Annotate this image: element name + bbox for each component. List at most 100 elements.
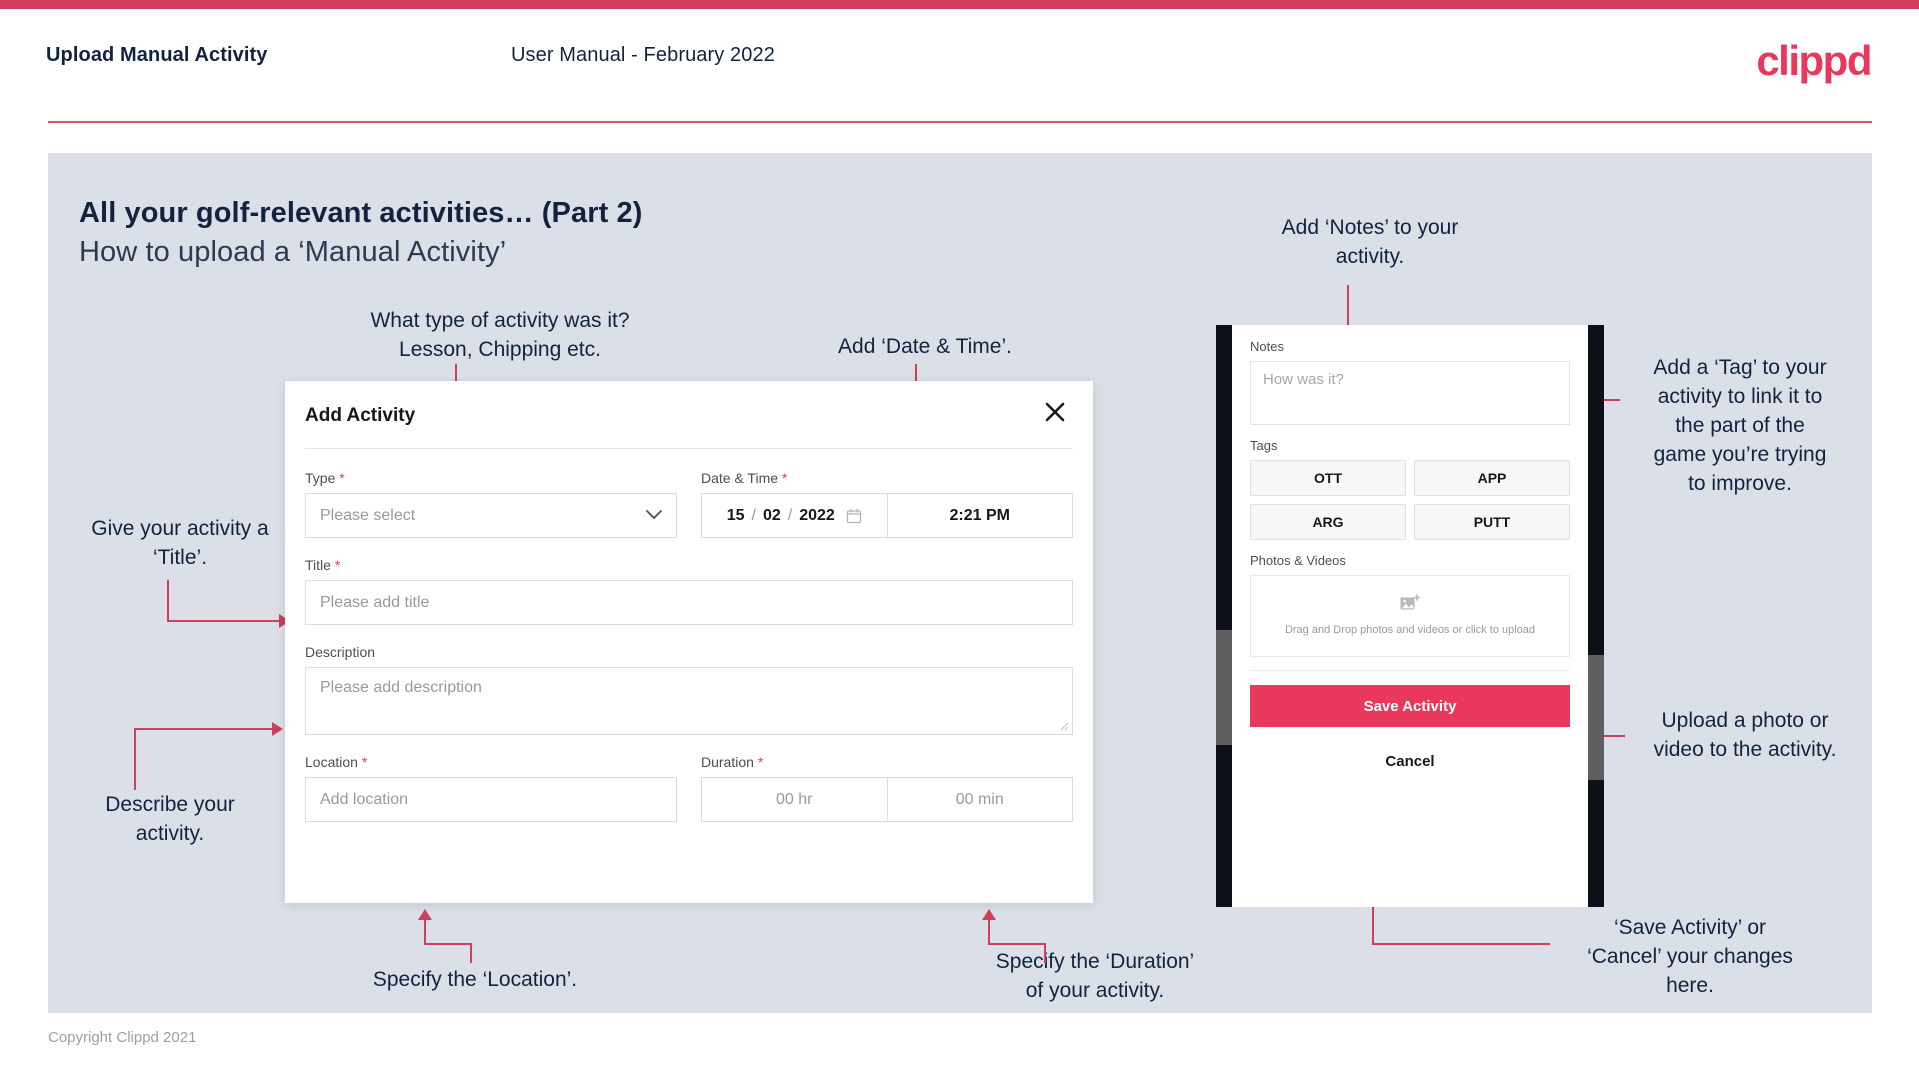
resize-grip-icon[interactable]: [1059, 721, 1070, 732]
arrow-duration-seg2: [988, 943, 1046, 945]
photo-video-dropzone[interactable]: Drag and Drop photos and videos or click…: [1250, 575, 1570, 657]
duration-hours-input[interactable]: 00 hr: [702, 778, 887, 821]
annotation-title: Give your activity a ‘Title’.: [91, 517, 269, 569]
annotation-describe: Describe your activity.: [105, 793, 235, 845]
tag-ott[interactable]: OTT: [1250, 460, 1406, 496]
phone-bezel-right: [1588, 325, 1604, 907]
location-placeholder: Add location: [320, 790, 409, 808]
arrow-title-seg1: [167, 580, 169, 622]
phone-screen: Notes How was it? Tags OTT APP ARG PUTT …: [1232, 325, 1588, 907]
dialog-title: Add Activity: [305, 405, 416, 426]
type-required-marker: *: [339, 470, 345, 486]
annotation-upload: Upload a photo or video to the activity.: [1653, 709, 1837, 761]
annotation-datetime: Add ‘Date & Time’.: [838, 335, 1012, 358]
arrow-describe-head: [272, 722, 283, 736]
annotation-duration: Specify the ‘Duration’ of your activity.: [995, 950, 1195, 1002]
time-input[interactable]: 2:21 PM: [888, 494, 1073, 537]
date-input[interactable]: 15 / 02 / 2022: [702, 494, 888, 537]
title-field-group: Title * Please add title: [305, 557, 1073, 625]
annotation-location: Specify the ‘Location’.: [372, 968, 578, 991]
title-placeholder: Please add title: [320, 593, 430, 611]
datetime-field-group: Date & Time * 15 / 02 / 2022 2:21 PM: [701, 470, 1073, 538]
datetime-input-group: 15 / 02 / 2022 2:21 PM: [701, 493, 1073, 538]
dropzone-text: Drag and Drop photos and videos or click…: [1284, 624, 1536, 636]
photos-videos-label: Photos & Videos: [1250, 553, 1346, 568]
title-label-text: Title: [305, 557, 331, 573]
arrow-duration-head: [982, 909, 996, 920]
arrow-describe-seg1: [134, 728, 136, 790]
tag-app[interactable]: APP: [1414, 460, 1570, 496]
duration-minutes-input[interactable]: 00 min: [886, 778, 1073, 821]
close-icon[interactable]: [1041, 398, 1069, 426]
arrow-location-head: [418, 909, 432, 920]
slide-heading-bold: All your golf-relevant activities… (Part…: [79, 197, 643, 229]
page-root: Upload Manual Activity User Manual - Feb…: [0, 0, 1919, 1079]
duration-field-group: Duration * 00 hr 00 min: [701, 754, 1073, 822]
arrow-save-seg1: [1372, 943, 1550, 945]
arrow-location-seg3: [424, 920, 426, 945]
type-label: Type *: [305, 470, 677, 486]
phone-button-left: [1216, 630, 1232, 745]
arrow-duration-seg1: [1044, 945, 1046, 963]
footer-copyright: Copyright Clippd 2021: [48, 1029, 197, 1046]
description-label-text: Description: [305, 644, 376, 660]
header-subtitle: User Manual - February 2022: [511, 44, 775, 66]
description-textarea[interactable]: Please add description: [305, 667, 1073, 735]
header-divider: [48, 121, 1872, 123]
title-label: Title *: [305, 557, 1073, 573]
location-label-text: Location: [305, 754, 358, 770]
description-label: Description: [305, 644, 1073, 660]
top-accent-bar: [0, 0, 1919, 9]
date-sep-2: /: [787, 506, 793, 524]
tag-putt[interactable]: PUTT: [1414, 504, 1570, 540]
type-field-group: Type * Please select: [305, 470, 677, 538]
save-activity-button[interactable]: Save Activity: [1250, 685, 1570, 727]
arrow-describe-seg2: [134, 728, 272, 730]
chevron-down-icon: [646, 507, 662, 524]
phone-mockup: Notes How was it? Tags OTT APP ARG PUTT …: [1216, 325, 1604, 907]
description-field-group: Description Please add description: [305, 644, 1073, 735]
page-title: Upload Manual Activity: [46, 44, 268, 66]
duration-input-group: 00 hr 00 min: [701, 777, 1073, 822]
date-sep-1: /: [751, 506, 756, 524]
add-image-icon: [1400, 594, 1421, 617]
clippd-logo: clippd: [1756, 37, 1872, 84]
date-day: 15: [726, 506, 745, 524]
dialog-header: Add Activity: [305, 381, 1073, 449]
arrow-location-seg2: [424, 943, 472, 945]
datetime-label-text: Date & Time: [701, 470, 779, 486]
annotation-notes: Add ‘Notes’ to your activity.: [1281, 216, 1459, 268]
duration-required-marker: *: [757, 754, 764, 770]
title-required-marker: *: [334, 557, 341, 573]
title-input[interactable]: Please add title: [305, 580, 1073, 625]
notes-input[interactable]: How was it?: [1250, 361, 1570, 425]
location-label: Location *: [305, 754, 677, 770]
date-month: 02: [762, 506, 781, 524]
tags-label: Tags: [1250, 438, 1278, 453]
phone-divider: [1250, 670, 1570, 671]
calendar-icon[interactable]: [846, 508, 862, 524]
type-placeholder: Please select: [320, 506, 416, 524]
annotation-type: What type of activity was it? Lesson, Ch…: [370, 309, 630, 361]
tag-arg[interactable]: ARG: [1250, 504, 1406, 540]
duration-label-text: Duration: [701, 754, 754, 770]
duration-minutes-placeholder: 00 min: [955, 790, 1004, 808]
type-label-text: Type: [305, 470, 336, 486]
phone-bezel-left: [1216, 325, 1232, 907]
add-activity-dialog: Add Activity Type * Please select Date &…: [285, 381, 1093, 903]
arrow-duration-seg3: [988, 920, 990, 945]
cancel-button[interactable]: Cancel: [1250, 753, 1570, 770]
time-value: 2:21 PM: [949, 506, 1010, 524]
arrow-location-seg1: [470, 945, 472, 963]
phone-button-right: [1588, 655, 1604, 780]
duration-hours-placeholder: 00 hr: [776, 790, 813, 808]
location-input[interactable]: Add location: [305, 777, 677, 822]
duration-label: Duration *: [701, 754, 1073, 770]
tags-grid: OTT APP ARG PUTT: [1250, 460, 1570, 540]
notes-label: Notes: [1250, 339, 1284, 354]
arrow-title-seg2: [167, 620, 279, 622]
dialog-row-type-datetime: Type * Please select Date & Time * 15 / …: [305, 470, 1073, 538]
type-select[interactable]: Please select: [305, 493, 677, 538]
datetime-required-marker: *: [781, 470, 788, 486]
annotation-save-cancel: ‘Save Activity’ or ‘Cancel’ your changes…: [1587, 916, 1793, 997]
